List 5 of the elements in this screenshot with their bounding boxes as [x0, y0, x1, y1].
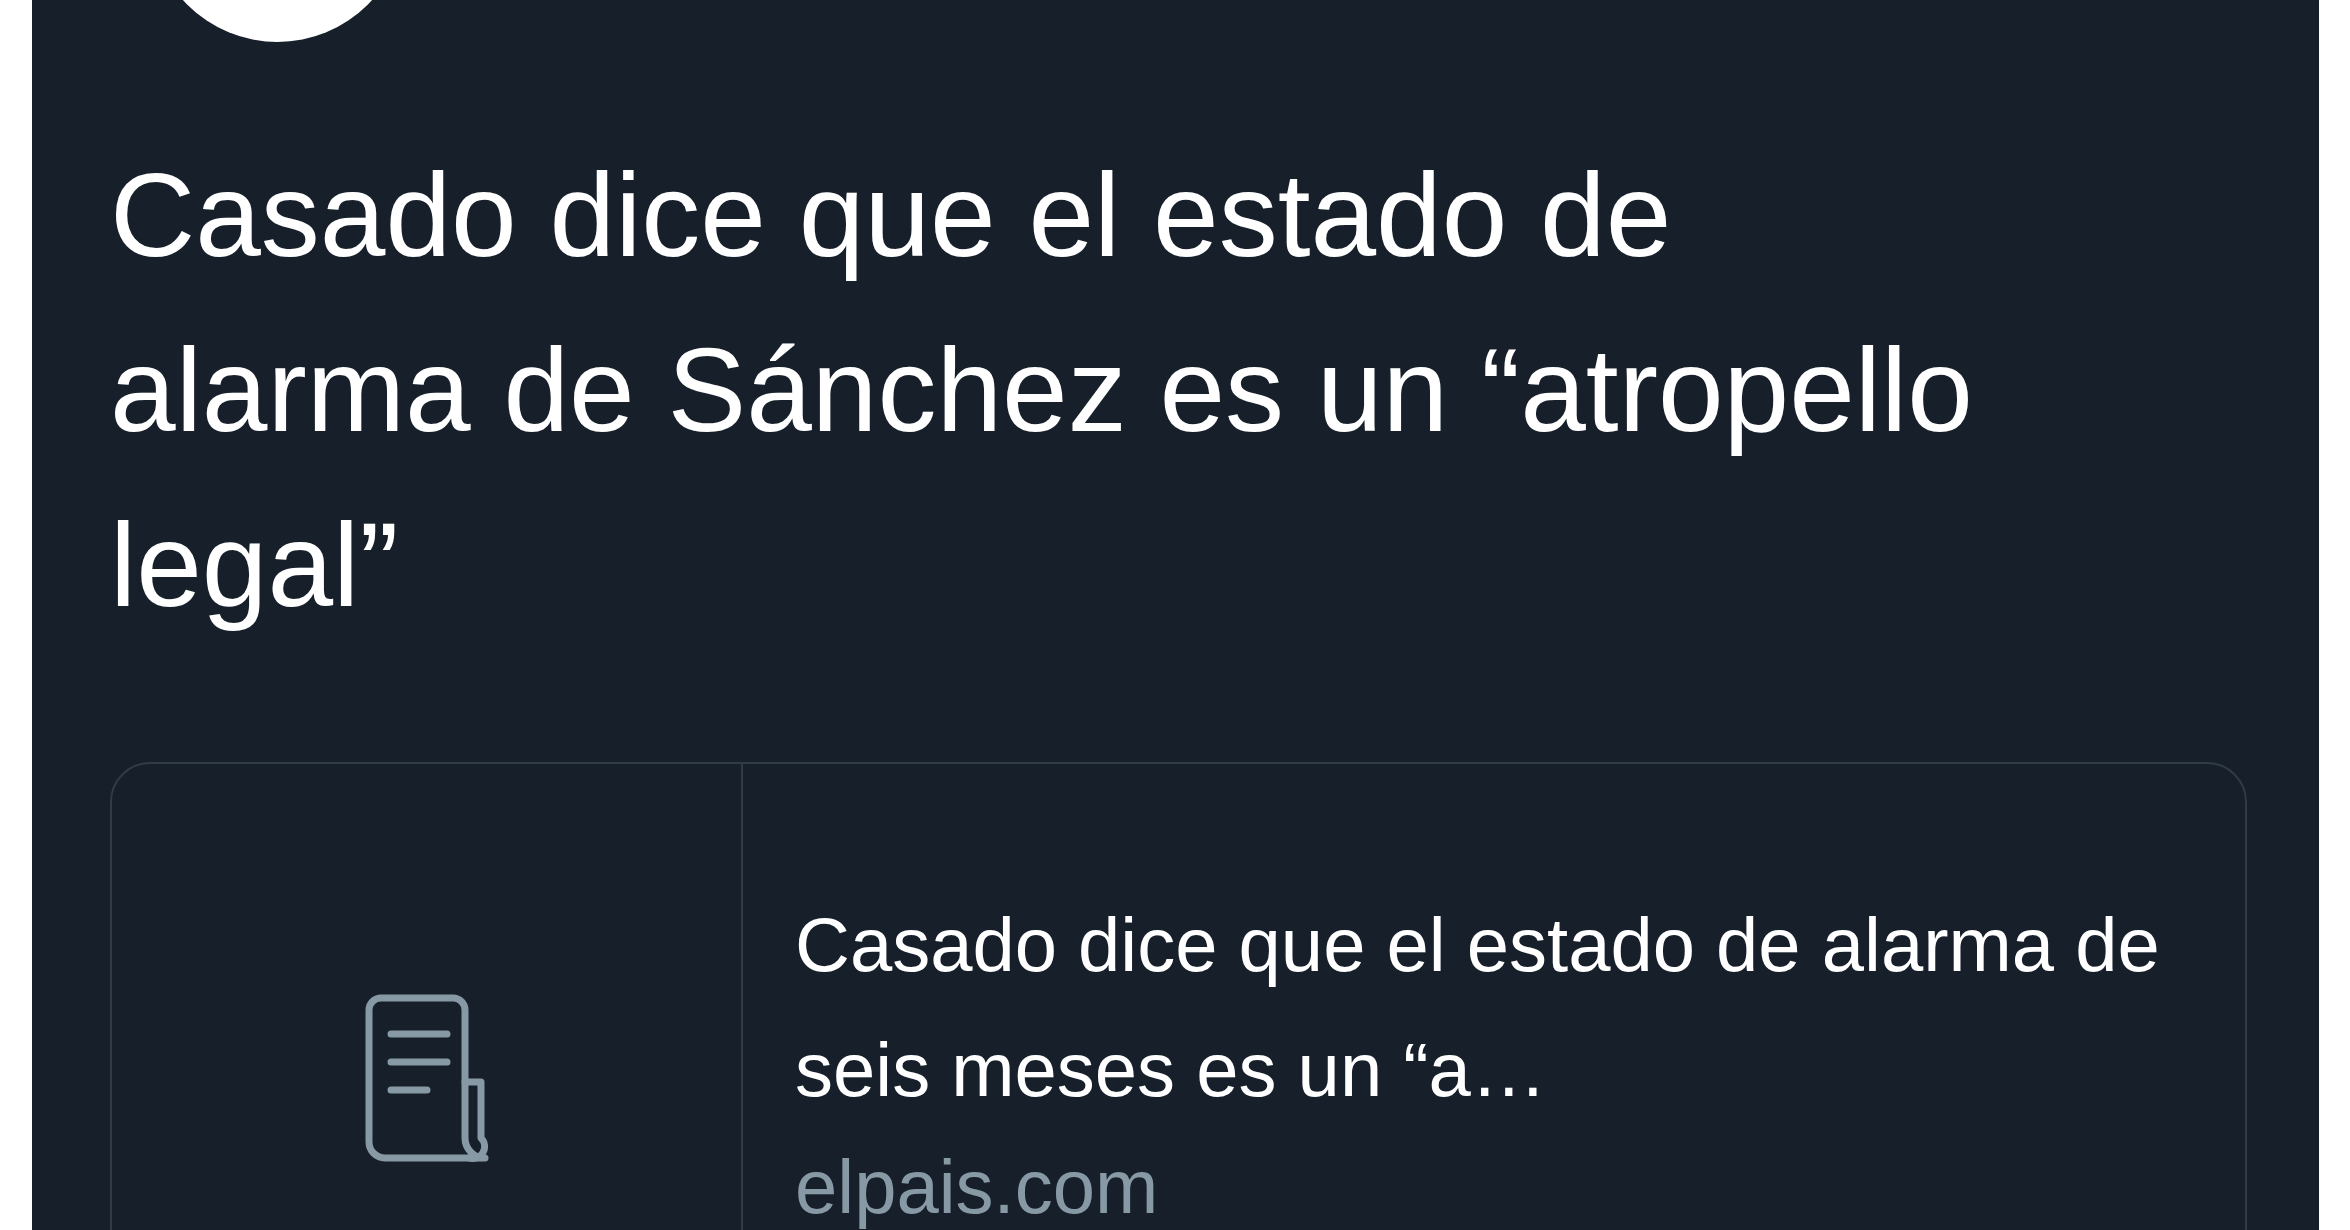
document-icon: [364, 994, 489, 1164]
link-title: Casado dice que el estado de alarma de seis meses es un “a…: [795, 901, 2161, 1114]
tweet-text: Casado dice que el estado de alarma de Sánchez es un “atropello legal”: [110, 148, 1974, 633]
link-card[interactable]: Casado dice que el estado de alarma de seis meses es un “a… elpais.com: [110, 762, 2247, 1230]
link-domain: elpais.com: [795, 1143, 1160, 1230]
